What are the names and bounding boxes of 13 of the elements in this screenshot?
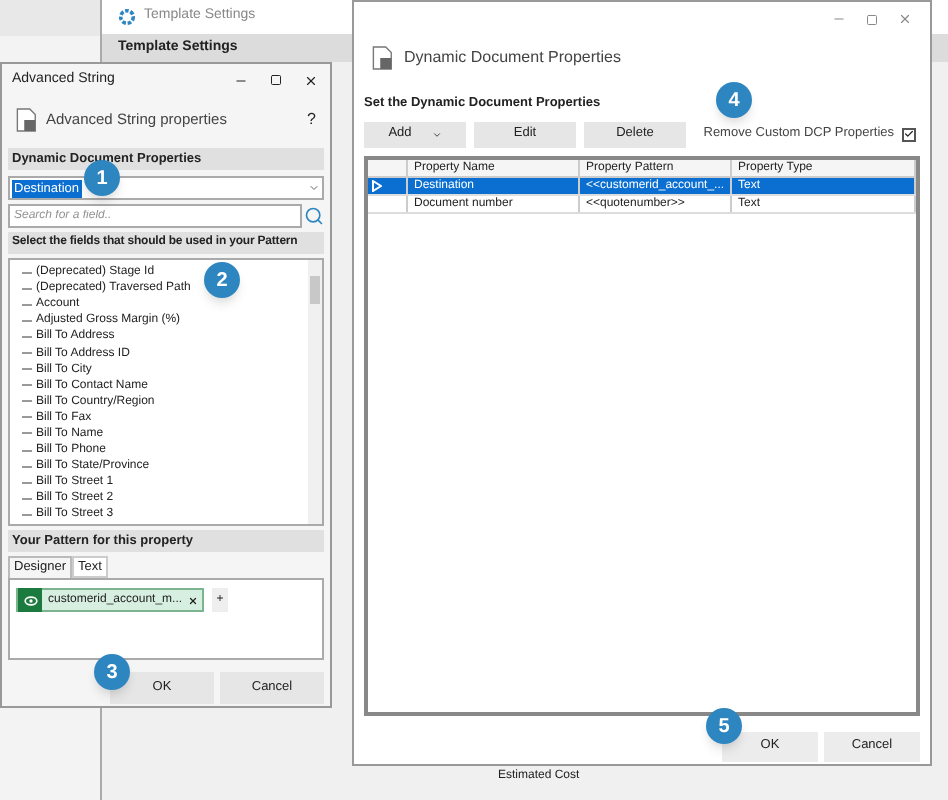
gear-icon bbox=[118, 8, 136, 26]
document-icon bbox=[16, 106, 38, 134]
checkbox[interactable] bbox=[902, 127, 916, 142]
caret-icon bbox=[431, 129, 442, 140]
remove-icon[interactable] bbox=[188, 595, 199, 605]
scrollbar[interactable] bbox=[308, 260, 322, 524]
search-icon[interactable] bbox=[304, 206, 324, 226]
help-button[interactable]: ? bbox=[307, 108, 316, 132]
document-icon bbox=[372, 44, 394, 72]
maximize-icon[interactable] bbox=[270, 74, 282, 86]
close-icon[interactable] bbox=[304, 73, 318, 87]
eye-icon bbox=[23, 595, 37, 605]
caret-icon bbox=[308, 182, 320, 194]
